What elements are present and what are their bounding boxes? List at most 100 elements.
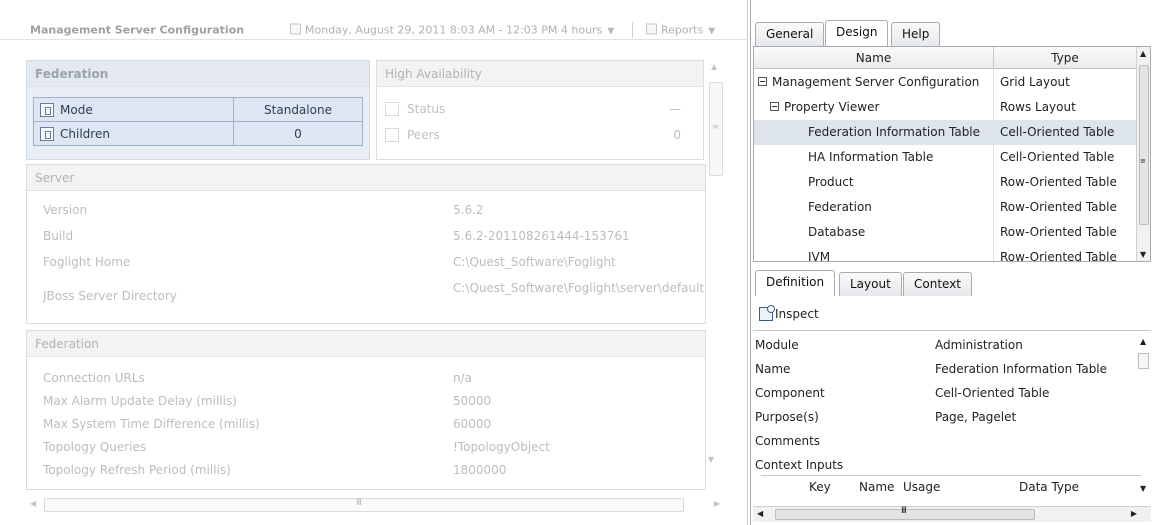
inspect-icon — [759, 305, 775, 321]
grip-icon: ≡ — [1140, 157, 1146, 165]
list-item: Component Cell-Oriented Table — [755, 386, 1050, 400]
type-column-header[interactable]: Type — [994, 47, 1136, 69]
time-range-selector[interactable]: Monday, August 29, 2011 8:03 AM - 12:03 … — [290, 23, 615, 37]
scroll-thumb[interactable] — [44, 498, 684, 512]
list-item: Name Federation Information Table — [755, 362, 1108, 376]
children-value: 0 — [233, 121, 363, 146]
list-item: Connection URLs n/a — [43, 371, 473, 385]
server-panel: Server Version 5.6.2 Build 5.6.2-201108261… — [26, 164, 706, 324]
federation-panel: Federation Mode Standalone Children 0 — [26, 60, 370, 160]
tab-help[interactable]: Help — [891, 22, 941, 46]
ha-peers-row: Peers 0 — [385, 123, 695, 147]
federation-panel-header: Federation — [27, 61, 369, 87]
horizontal-scrollbar[interactable]: ◀ III ▶ — [26, 496, 724, 514]
collapse-icon[interactable] — [758, 77, 767, 86]
table-row[interactable]: Product Row-Oriented Table — [754, 170, 1136, 195]
view-toolbar: Management Server Configuration Monday, … — [0, 0, 748, 40]
scroll-up-icon[interactable]: ▲ — [1140, 49, 1146, 58]
scroll-thumb[interactable] — [1139, 65, 1149, 225]
list-item: JBoss Server Directory C:\Quest_Software\… — [43, 281, 705, 303]
grip-icon: III — [356, 498, 362, 508]
scroll-down-icon[interactable]: ▼ — [708, 455, 714, 464]
view-preview-pane: Management Server Configuration Monday, … — [0, 0, 748, 525]
chevron-down-icon: ▼ — [607, 26, 615, 37]
federation-details-header: Federation — [27, 331, 705, 357]
federation-details-panel: Federation Connection URLs n/a Max Alarm … — [26, 330, 706, 490]
data-type-column-header[interactable]: Data Type — [1019, 480, 1079, 494]
context-inputs-table-header: Key Name Usage Data Type — [761, 475, 1141, 494]
mode-icon — [40, 102, 54, 117]
scroll-down-icon[interactable]: ▼ — [1140, 484, 1146, 493]
table-row[interactable]: Federation Information Table Cell-Orient… — [754, 120, 1136, 145]
properties-panel: Module Administration Name Federation Info… — [753, 330, 1151, 494]
list-item: Module Administration — [755, 338, 1023, 352]
name-column-header[interactable]: Name — [859, 480, 894, 494]
table-row[interactable]: JVM Row-Oriented Table — [754, 245, 1136, 261]
usage-column-header[interactable]: Usage — [903, 480, 940, 494]
list-item: Foglight Home C:\Quest_Software\Foglight — [43, 255, 616, 269]
view-title: Management Server Configuration — [30, 23, 245, 37]
reports-button[interactable]: Reports ▼ — [646, 23, 716, 37]
mode-value: Standalone — [233, 97, 363, 122]
tab-design[interactable]: Design — [825, 20, 889, 46]
ha-peers-value: 0 — [673, 128, 681, 142]
scroll-left-icon[interactable]: ◀ — [30, 499, 36, 508]
properties-horizontal-scrollbar[interactable]: ◀ III ▶ — [753, 506, 1151, 522]
inspect-button[interactable]: Inspect — [759, 304, 819, 324]
name-column-header[interactable]: Name — [754, 47, 994, 69]
list-item: Comments — [755, 434, 821, 448]
designer-pane: General Design Help Name Type Management… — [750, 0, 1152, 525]
chevron-down-icon: ▼ — [708, 26, 716, 37]
list-item: Topology Queries !TopologyObject — [43, 440, 550, 454]
reports-label: Reports — [661, 23, 704, 37]
table-row[interactable]: Property Viewer Rows Layout — [754, 95, 1136, 120]
list-item: Max System Time Difference (millis) 60000 — [43, 417, 492, 431]
table-row[interactable]: Mode Standalone — [33, 97, 363, 122]
inspect-label: Inspect — [775, 307, 819, 321]
ha-status-value: — — [669, 102, 681, 116]
children-icon — [40, 126, 54, 141]
table-row[interactable]: Database Row-Oriented Table — [754, 220, 1136, 245]
collapse-icon[interactable] — [770, 102, 779, 111]
tab-layout[interactable]: Layout — [839, 272, 902, 296]
list-item: Context Inputs — [755, 458, 844, 472]
scroll-up-icon[interactable]: ▲ — [1140, 337, 1146, 346]
scroll-right-icon[interactable]: ▶ — [714, 499, 720, 508]
grip-icon: III — [901, 506, 907, 516]
list-item: Topology Refresh Period (millis) 1800000 — [43, 463, 507, 477]
toolbar-separator — [632, 22, 633, 38]
scroll-up-icon[interactable]: ▲ — [711, 62, 717, 71]
federation-table: Mode Standalone Children 0 — [33, 97, 363, 146]
tree-header: Name Type — [754, 47, 1136, 69]
server-panel-header: Server — [27, 165, 705, 191]
table-row[interactable]: Children 0 — [33, 121, 363, 146]
table-row[interactable]: Management Server Configuration Grid Lay… — [754, 70, 1136, 95]
tree-vertical-scrollbar[interactable]: ▲ ≡ ▼ — [1136, 47, 1150, 261]
scroll-right-icon[interactable]: ▶ — [1131, 509, 1137, 518]
list-item: Build 5.6.2-201108261444-153761 — [43, 229, 630, 243]
scroll-thumb[interactable] — [1138, 353, 1149, 369]
vertical-scrollbar[interactable]: ▲ ≡ — [708, 60, 724, 180]
children-label: Children — [60, 126, 110, 141]
high-availability-panel: High Availability Status — Peers 0 — [376, 60, 704, 160]
table-row[interactable]: Federation Row-Oriented Table — [754, 195, 1136, 220]
scroll-left-icon[interactable]: ◀ — [757, 509, 763, 518]
peers-icon — [385, 128, 399, 142]
table-row[interactable]: HA Information Table Cell-Oriented Table — [754, 145, 1136, 170]
tab-context[interactable]: Context — [903, 272, 973, 296]
tab-general[interactable]: General — [755, 22, 825, 46]
component-tree: Name Type Management Server Configuratio… — [753, 46, 1151, 262]
ha-status-row: Status — — [385, 97, 695, 121]
list-item: Purpose(s) Page, Pagelet — [755, 410, 1017, 424]
report-icon — [646, 23, 657, 35]
tab-definition[interactable]: Definition — [755, 270, 836, 296]
high-availability-header: High Availability — [377, 61, 703, 87]
status-icon — [385, 102, 399, 116]
key-column-header[interactable]: Key — [809, 480, 831, 494]
time-range-label: Monday, August 29, 2011 8:03 AM - 12:03 … — [305, 23, 603, 37]
properties-vertical-scrollbar[interactable]: ▲ ▼ — [1137, 331, 1151, 494]
grip-icon: ≡ — [712, 122, 719, 131]
list-item: Version 5.6.2 — [43, 203, 484, 217]
scroll-down-icon[interactable]: ▼ — [1140, 250, 1146, 259]
calendar-icon — [290, 23, 301, 35]
